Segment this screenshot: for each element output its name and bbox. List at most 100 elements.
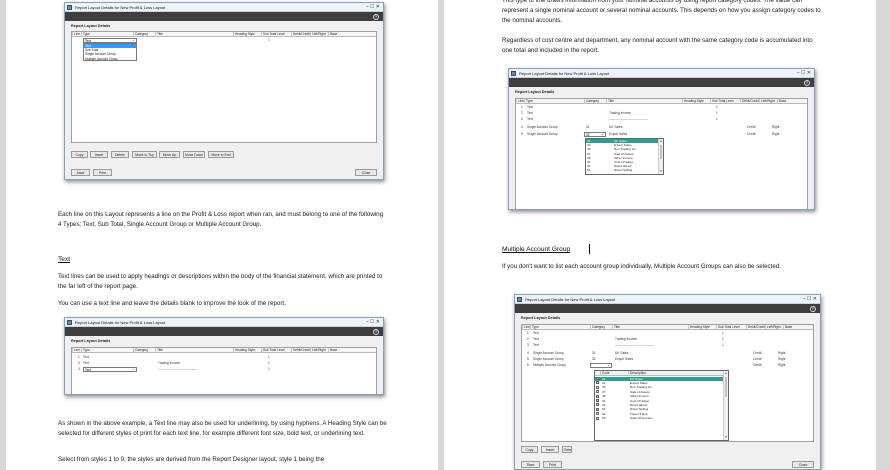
- col-debit-credit: Debit/Credit: [746, 325, 765, 330]
- table-row[interactable]: 5 Single Account Group 32 Export Sales C…: [522, 357, 813, 362]
- help-icon[interactable]: ?: [373, 13, 379, 20]
- col-left-right: Left/Right: [765, 325, 783, 330]
- layout-grid[interactable]: Line Type Category Title Heading Style S…: [515, 98, 808, 209]
- grid-header: Line Type Category Title Heading Style S…: [522, 325, 813, 330]
- heading-text: Text: [58, 256, 71, 263]
- layout-grid[interactable]: Line Type Category Title Heading Style S…: [71, 31, 377, 143]
- delete-button[interactable]: Dele: [562, 446, 572, 453]
- window-controls[interactable]: – ☐ ✕: [366, 318, 380, 327]
- dialog-title: Report Layout Details for New Profit & L…: [75, 320, 166, 325]
- scroll-down-icon[interactable]: ▼: [659, 169, 663, 174]
- print-button[interactable]: Print: [543, 461, 562, 468]
- col-type: Type: [524, 99, 584, 104]
- window-controls[interactable]: – ☐ ✕: [803, 295, 817, 304]
- type-combo[interactable]: Text: [83, 367, 137, 372]
- row-line: 2: [78, 361, 80, 365]
- header-strip: ?: [515, 304, 820, 313]
- dialog-title-bar: Report Layout Details for New Profit & L…: [509, 69, 814, 78]
- row-type: Text: [83, 355, 89, 359]
- window-controls[interactable]: – ☐ ✕: [366, 3, 380, 12]
- checkbox[interactable]: [596, 390, 599, 394]
- col-base: Base: [783, 325, 817, 330]
- paragraph-text-lines: Text lines can be used to apply headings…: [58, 273, 383, 290]
- dialog-title-bar: Report Layout Details for New Profit & L…: [65, 3, 383, 12]
- table-row[interactable]: 2 Text Trading Income 1: [516, 111, 807, 116]
- table-row[interactable]: 2 Text Trading Income 1: [522, 337, 813, 342]
- multi-category-list[interactable]: Code Description ✓ 31 UK Sales 32 Export…: [594, 370, 729, 441]
- list-item[interactable]: 51 Direct Selling: [586, 168, 658, 172]
- type-option-multiple[interactable]: Multiple Account Group: [84, 57, 136, 61]
- table-row[interactable]: 2 Text Trading Income 1: [72, 361, 376, 366]
- paragraph-line-types: Each line on this Layout represents a li…: [58, 211, 384, 228]
- table-row[interactable]: 5 Single Account Group Export Sales Cred…: [516, 132, 807, 137]
- scroll-thumb[interactable]: [724, 377, 728, 397]
- window-controls[interactable]: – ☐ ✕: [797, 69, 811, 78]
- move-down-button[interactable]: Move Down: [183, 151, 205, 158]
- help-icon[interactable]: ?: [810, 305, 816, 312]
- layout-grid[interactable]: Line Type Category Title Heading Style S…: [521, 324, 814, 442]
- col-debit-credit: Debit/Credit: [291, 348, 310, 353]
- table-row[interactable]: 3 Text ---------------------------------…: [522, 343, 813, 348]
- table-row[interactable]: 3 Text ---------------------------------…: [516, 117, 807, 122]
- dialog-title-bar: Report Layout Details for New Profit & L…: [515, 295, 820, 304]
- document-page-right: This type of line draws information from…: [444, 0, 876, 470]
- chevron-down-icon[interactable]: ⌄: [132, 367, 135, 372]
- header-strip: ?: [65, 327, 383, 336]
- type-dropdown-list[interactable]: Text Sub Total Single Account Group Mult…: [83, 43, 137, 61]
- table-row[interactable]: 6 Multiple Account Group Credit Right: [522, 363, 813, 368]
- delete-button[interactable]: Delete: [111, 151, 129, 158]
- copy-button[interactable]: Copy: [71, 151, 88, 158]
- insert-button[interactable]: Insert: [90, 151, 108, 158]
- table-row[interactable]: 4 Single Account Group 31 UK Sales Credi…: [522, 351, 813, 356]
- chevron-down-icon[interactable]: ⌄: [601, 132, 604, 137]
- copy-button[interactable]: Copy: [521, 446, 538, 453]
- close-button[interactable]: Close: [355, 169, 377, 176]
- dialog-body: ? Report Layout Details Line Type Catego…: [65, 12, 383, 179]
- save-button[interactable]: Save: [521, 461, 540, 468]
- help-icon[interactable]: ?: [373, 328, 379, 335]
- move-up-button[interactable]: Move Up: [159, 151, 180, 158]
- table-row[interactable]: 1 Text 1: [516, 105, 807, 110]
- scroll-thumb[interactable]: [659, 145, 663, 159]
- checkbox[interactable]: ✓: [596, 407, 599, 411]
- help-icon[interactable]: ?: [804, 79, 810, 86]
- checkbox[interactable]: ✓: [596, 403, 599, 407]
- col-heading-style: Heading Style: [233, 32, 261, 37]
- checkbox[interactable]: ✓: [596, 399, 599, 403]
- scroll-up-icon[interactable]: ▲: [724, 371, 728, 376]
- category-code-list[interactable]: 31 UK Sales 32 Export Sales 33 Non Tradi…: [585, 138, 664, 175]
- insert-button[interactable]: Insert: [541, 446, 559, 453]
- checkbox[interactable]: [596, 385, 599, 389]
- document-page-left: Report Layout Details for New Profit & L…: [6, 0, 438, 470]
- list-item[interactable]: 53 Sales Promotion: [595, 416, 723, 420]
- row-category: 32: [592, 357, 596, 361]
- row-heading-style: 1: [268, 38, 270, 42]
- col-line: Line: [522, 325, 530, 330]
- paragraph-underlining: As shown in the above example, a Text li…: [58, 420, 387, 437]
- section-title: Report Layout Details: [71, 24, 111, 28]
- move-to-end-button[interactable]: Move to End: [208, 151, 234, 158]
- table-row[interactable]: 1 Text 1: [522, 331, 813, 336]
- row-title: Trading Income: [609, 111, 632, 115]
- print-button[interactable]: Print: [93, 169, 112, 176]
- dialog-title: Report Layout Details for New Profit & L…: [525, 297, 616, 302]
- save-button[interactable]: Save: [71, 169, 90, 176]
- move-to-top-button[interactable]: Move to Top: [132, 151, 157, 158]
- layout-grid[interactable]: Line Type Category Title Heading Style S…: [71, 347, 377, 394]
- list-scrollbar[interactable]: ▲ ▼: [723, 371, 728, 440]
- col-line: Line: [516, 99, 524, 104]
- scroll-down-icon[interactable]: ▼: [724, 435, 728, 440]
- checkbox[interactable]: [596, 381, 599, 385]
- list-scrollbar[interactable]: ▲ ▼: [658, 139, 663, 174]
- section-title: Report Layout Details: [71, 339, 111, 343]
- table-row[interactable]: 4 Single Account Group 31 UK Sales Credi…: [516, 125, 807, 130]
- checkbox[interactable]: ✓: [596, 377, 599, 381]
- close-button[interactable]: Close: [792, 461, 814, 468]
- checkbox[interactable]: [596, 416, 599, 420]
- checkbox[interactable]: [596, 394, 599, 398]
- checkbox[interactable]: [596, 412, 599, 416]
- heading-multiple-account-group: Multiple Account Group: [502, 246, 571, 253]
- scroll-up-icon[interactable]: ▲: [659, 139, 663, 144]
- table-row[interactable]: 1 Text 1: [72, 355, 376, 360]
- chevron-down-icon[interactable]: ⌄: [607, 363, 610, 368]
